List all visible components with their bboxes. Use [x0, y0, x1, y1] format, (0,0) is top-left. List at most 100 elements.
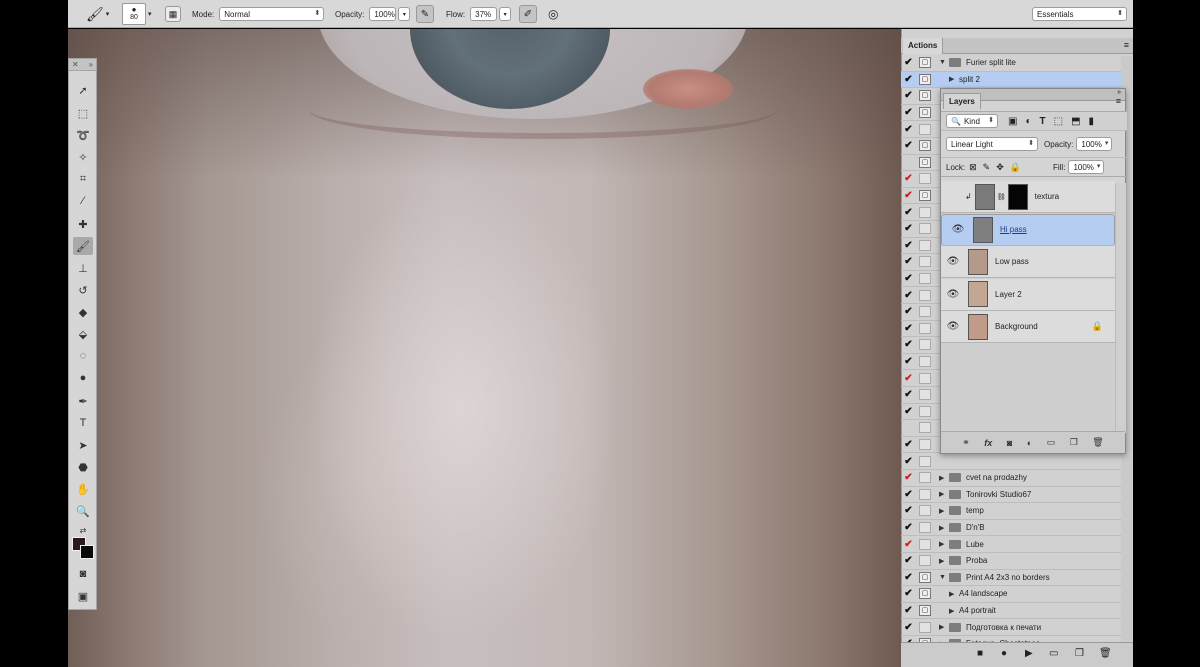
filter-kind-select[interactable]: 🔍 Kind ⬍	[946, 114, 998, 128]
action-row[interactable]: ✔ ▢ ▶ A4 landscape	[901, 586, 1121, 603]
stop-icon[interactable]: ■	[977, 648, 983, 659]
filter-pixel-icon[interactable]: ▣	[1008, 116, 1017, 127]
quick-mask-icon[interactable]: ◙	[73, 565, 93, 583]
toggle-item-check-icon[interactable]: ✔	[901, 223, 916, 234]
layer-row[interactable]: 👁 Low pass	[941, 246, 1115, 279]
toggle-dialog-icon[interactable]	[919, 455, 931, 467]
workspace-select[interactable]: Essentials ⬍	[1032, 7, 1127, 21]
toggle-dialog-icon[interactable]	[919, 538, 931, 550]
toggle-item-check-icon[interactable]: ✔	[901, 373, 916, 384]
toggle-dialog-icon[interactable]: ▢	[919, 90, 931, 102]
crop-tool-icon[interactable]: ⌗	[73, 170, 93, 188]
eye-icon[interactable]: 👁	[941, 321, 965, 332]
toggle-dialog-icon[interactable]	[919, 488, 931, 500]
toggle-item-check-icon[interactable]: ✔	[901, 273, 916, 284]
toggle-item-check-icon[interactable]: ✔	[901, 306, 916, 317]
eye-icon[interactable]: 👁	[941, 256, 965, 267]
opacity-input[interactable]: 100%	[369, 7, 397, 21]
layer-opacity-input[interactable]: 100% ▾	[1076, 137, 1113, 151]
paint-bucket-tool-icon[interactable]: ⬙	[73, 325, 93, 343]
toggle-item-check-icon[interactable]: ✔	[901, 290, 916, 301]
tools-panel-header[interactable]: ✕»	[69, 59, 96, 71]
toggle-dialog-icon[interactable]: ▢	[919, 73, 931, 85]
pen-tool-icon[interactable]: ✒	[73, 392, 93, 410]
toggle-item-check-icon[interactable]: ✔	[901, 406, 916, 417]
layer-name[interactable]: Background	[995, 322, 1038, 331]
healing-brush-tool-icon[interactable]: ✚	[73, 215, 93, 233]
toggle-dialog-icon[interactable]: ▢	[919, 57, 931, 69]
toggle-dialog-icon[interactable]	[919, 439, 931, 451]
layer-row[interactable]: 👁 Hi pass	[941, 213, 1115, 246]
toggle-item-check-icon[interactable]: ✔	[901, 356, 916, 367]
toggle-dialog-icon[interactable]: ▢	[919, 140, 931, 152]
blend-mode-select[interactable]: Linear Light ⬍	[946, 137, 1038, 151]
flow-dropdown[interactable]: ▾	[499, 7, 512, 21]
filter-adjustment-icon[interactable]: ◐	[1025, 116, 1031, 127]
filter-type-icon[interactable]: T	[1040, 116, 1046, 127]
toggle-dialog-icon[interactable]	[919, 289, 931, 301]
action-row[interactable]: ✔ ▢ ▼ Furier split lite	[901, 55, 1121, 72]
action-row[interactable]: ✔ ▶ cvet na prodazhy	[901, 470, 1121, 487]
layer-style-icon[interactable]: fx	[984, 438, 992, 448]
toggle-dialog-icon[interactable]	[919, 273, 931, 285]
background-color-swatch[interactable]	[80, 545, 94, 559]
brush-tool-icon[interactable]: 🖌	[73, 237, 93, 255]
mode-select[interactable]: Normal ⬍	[219, 7, 325, 21]
type-tool-icon[interactable]: T	[73, 414, 93, 432]
toggle-dialog-icon[interactable]	[919, 256, 931, 268]
disclosure-triangle-icon[interactable]: ▶	[939, 490, 949, 498]
toggle-dialog-icon[interactable]	[919, 405, 931, 417]
move-tool-icon[interactable]: ➚	[73, 81, 93, 99]
clone-stamp-tool-icon[interactable]: ⊥	[73, 259, 93, 277]
disclosure-triangle-icon[interactable]: ▶	[949, 75, 959, 83]
toggle-dialog-icon[interactable]	[919, 422, 931, 434]
panel-menu-icon[interactable]: ≡	[1124, 40, 1129, 50]
lasso-tool-icon[interactable]: ➰	[73, 126, 93, 144]
layers-scrollbar[interactable]	[1115, 183, 1126, 433]
filter-smart-object-icon[interactable]: ⬒	[1071, 116, 1080, 127]
toggle-dialog-icon[interactable]	[919, 223, 931, 235]
new-group-icon[interactable]: ▭	[1047, 437, 1056, 448]
play-icon[interactable]: ▶	[1025, 648, 1033, 659]
disclosure-triangle-icon[interactable]: ▶	[939, 524, 949, 532]
toggle-item-check-icon[interactable]: ✔	[901, 572, 916, 583]
marquee-tool-icon[interactable]: ⬚	[73, 104, 93, 122]
toggle-item-check-icon[interactable]: ✔	[901, 256, 916, 267]
toggle-dialog-icon[interactable]: ▢	[919, 107, 931, 119]
toggle-item-check-icon[interactable]: ✔	[901, 489, 916, 500]
hand-tool-icon[interactable]: ✋	[73, 480, 93, 498]
mask-link-icon[interactable]: ⛓	[997, 193, 1006, 201]
brush-tool-preset-icon[interactable]: 🖌 ▾	[86, 4, 109, 24]
toggle-dialog-icon[interactable]	[919, 306, 931, 318]
layer-row[interactable]: 👁 Background 🔒	[941, 311, 1115, 344]
toggle-dialog-icon[interactable]	[919, 206, 931, 218]
blur-tool-icon[interactable]: ◌	[73, 347, 93, 365]
collapse-icon[interactable]: »	[89, 59, 93, 70]
action-row[interactable]: ✔ ▶ Proba	[901, 553, 1121, 570]
toggle-item-check-icon[interactable]: ✔	[901, 207, 916, 218]
toggle-item-check-icon[interactable]: ✔	[901, 339, 916, 350]
adjustment-layer-icon[interactable]: ◐	[1027, 438, 1032, 448]
new-layer-icon[interactable]: ❐	[1070, 437, 1078, 448]
toggle-item-check-icon[interactable]: ✔	[901, 90, 916, 101]
close-icon[interactable]: »	[1117, 89, 1121, 96]
toggle-dialog-icon[interactable]: ▢	[919, 605, 931, 617]
actions-tab[interactable]: Actions	[903, 38, 944, 54]
action-row[interactable]: ✔ ▶ Lube	[901, 536, 1121, 553]
eraser-tool-icon[interactable]: ◆	[73, 303, 93, 321]
document-canvas[interactable]	[68, 29, 901, 667]
fill-input[interactable]: 100% ▾	[1068, 160, 1105, 174]
toggle-item-check-icon[interactable]: ✔	[901, 173, 916, 184]
toggle-dialog-icon[interactable]	[919, 322, 931, 334]
new-set-icon[interactable]: ▭	[1049, 648, 1058, 659]
eye-icon[interactable]: 👁	[941, 289, 965, 300]
pressure-opacity-button[interactable]: ✎	[416, 4, 434, 24]
add-mask-icon[interactable]: ◙	[1007, 438, 1012, 448]
disclosure-triangle-icon[interactable]: ▶	[939, 474, 949, 482]
toggle-item-check-icon[interactable]: ✔	[901, 240, 916, 251]
eye-icon[interactable]: 👁	[946, 224, 970, 235]
close-icon[interactable]: ✕	[72, 59, 79, 70]
disclosure-triangle-icon[interactable]: ▶	[949, 607, 959, 615]
toggle-dialog-icon[interactable]	[919, 372, 931, 384]
toggle-dialog-icon[interactable]	[919, 123, 931, 135]
